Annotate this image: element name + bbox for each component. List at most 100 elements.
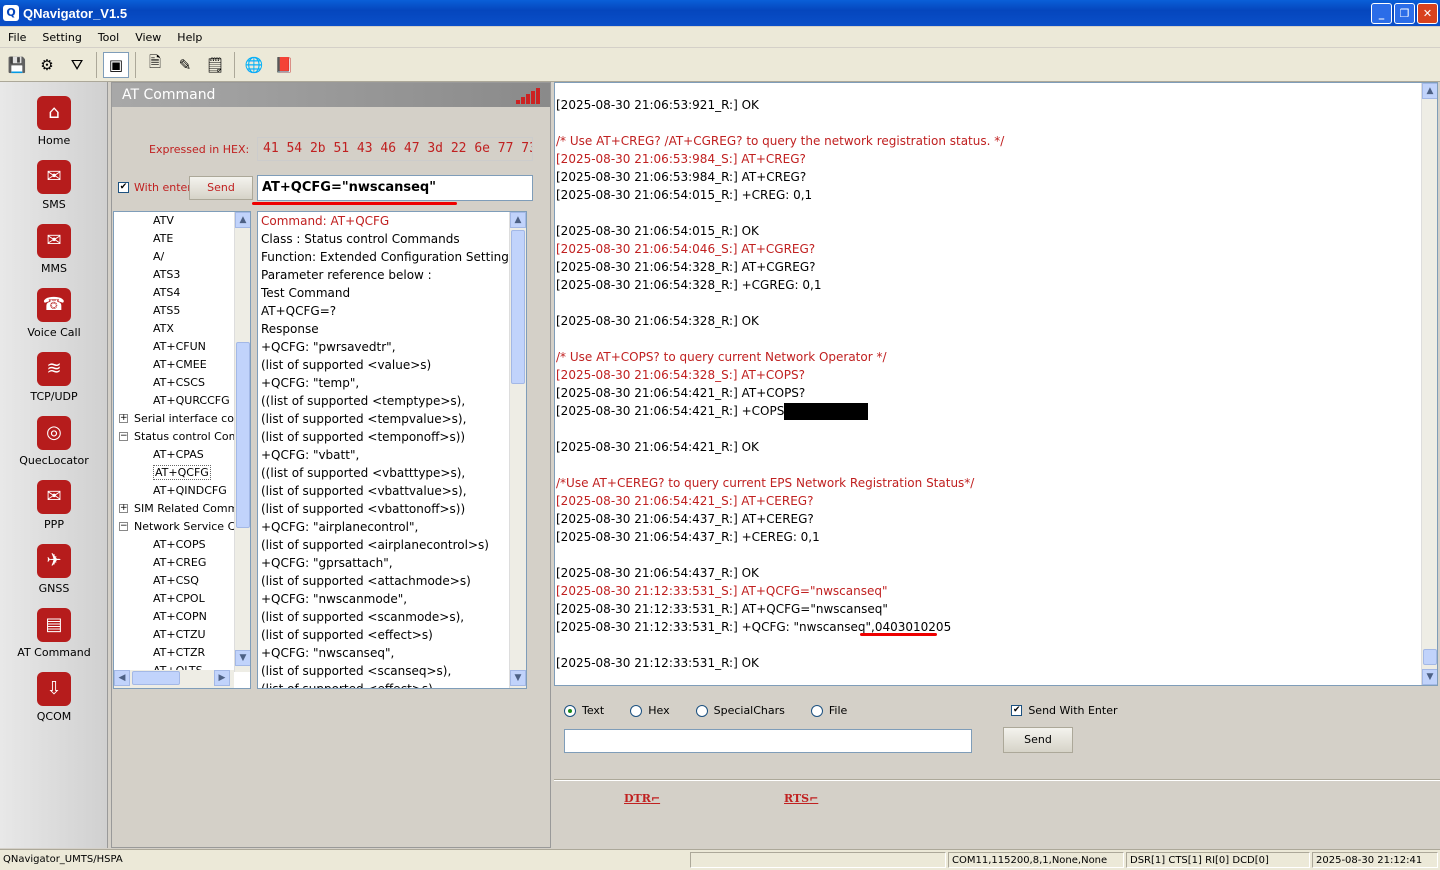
tree-item[interactable]: − Status control Comm (119, 428, 250, 446)
expand-icon[interactable]: + (119, 504, 128, 513)
nav-queclocator[interactable]: ◎ QuecLocator (0, 416, 108, 467)
tree-item[interactable]: AT+COPS (153, 536, 206, 554)
tree-vertical-scrollbar[interactable]: ▲ ▼ (234, 212, 250, 672)
command-input[interactable]: AT+QCFG="nwscanseq" (257, 175, 533, 201)
menu-view[interactable]: View (127, 31, 169, 44)
tree-item[interactable]: ATX (153, 320, 174, 338)
scroll-thumb[interactable] (132, 671, 180, 685)
tree-item[interactable]: A/ (153, 248, 164, 266)
clear-icon[interactable]: ✎ (172, 52, 198, 78)
send-input[interactable] (564, 729, 972, 753)
tree-item[interactable]: AT+CSQ (153, 572, 199, 590)
dtr-toggle[interactable]: DTR⌐ (624, 792, 660, 805)
book-icon[interactable]: 📕 (271, 52, 297, 78)
tree-item[interactable]: AT+CTZU (153, 626, 206, 644)
nav-gnss[interactable]: ✈ GNSS (0, 544, 108, 595)
nav-label: PPP (44, 518, 64, 531)
log-scrollbar[interactable]: ▲ ▼ (1421, 83, 1437, 685)
tree-item[interactable]: AT+CFUN (153, 338, 206, 356)
menu-setting[interactable]: Setting (34, 31, 89, 44)
minimize-button[interactable]: _ (1371, 3, 1392, 24)
log-save-icon[interactable]: 🗎 (142, 52, 168, 78)
tree-item[interactable]: AT+QINDCFG (153, 482, 227, 500)
chat-icon: ✉ (37, 480, 71, 514)
maximize-button[interactable]: ❐ (1394, 3, 1415, 24)
send-command-button[interactable]: Send (189, 176, 253, 200)
description-scrollbar[interactable]: ▲ ▼ (509, 212, 526, 688)
log-line: [2025-08-30 21:06:54:421_R:] +COPS (556, 402, 869, 420)
rts-toggle[interactable]: RTS⌐ (784, 792, 818, 805)
collapse-icon[interactable]: − (119, 522, 128, 531)
send-button[interactable]: Send (1003, 727, 1073, 753)
tree-item[interactable]: ATS5 (153, 302, 180, 320)
toolbar: 💾 ⚙ ⛛ ▣ 🗎 ✎ 🗒 🌐 📕 (0, 48, 1440, 82)
nav-mms[interactable]: ✉ MMS (0, 224, 108, 275)
scroll-up-icon[interactable]: ▲ (510, 212, 526, 228)
description-line: Command: AT+QCFG (261, 214, 390, 228)
tree-item[interactable]: ATE (153, 230, 173, 248)
scroll-right-icon[interactable]: ▶ (214, 670, 230, 686)
scroll-down-icon[interactable]: ▼ (235, 650, 250, 666)
hex-label: Expressed in HEX: (149, 143, 250, 156)
tree-item[interactable]: AT+CPAS (153, 446, 204, 464)
collapse-icon[interactable]: − (119, 432, 128, 441)
nav-voice-call[interactable]: ☎ Voice Call (0, 288, 108, 339)
radio-specialchars[interactable] (695, 704, 708, 717)
tree-item[interactable]: − Network Service Co (119, 518, 242, 536)
tree-item[interactable]: AT+CTZR (153, 644, 205, 662)
tree-item[interactable]: AT+QCFG (153, 464, 211, 482)
tree-item[interactable]: AT+QURCCFG (153, 392, 230, 410)
log-line: [2025-08-30 21:06:54:437_R:] AT+CEREG? (556, 510, 814, 528)
radio-file[interactable] (810, 704, 823, 717)
send-with-enter-checkbox[interactable]: ✔ (1011, 705, 1023, 716)
nav-ppp[interactable]: ✉ PPP (0, 480, 108, 531)
settings-icon[interactable]: ⚙ (34, 52, 60, 78)
log-line-text: [2025-08-30 21:06:54:437_R:] AT+CEREG? (556, 512, 814, 526)
tree-item[interactable]: AT+CPOL (153, 590, 205, 608)
menu-tool[interactable]: Tool (90, 31, 127, 44)
tree-item[interactable]: ATS3 (153, 266, 180, 284)
tree-item[interactable]: + SIM Related Comma (119, 500, 245, 518)
menu-help[interactable]: Help (169, 31, 210, 44)
tree-item[interactable]: AT+CMEE (153, 356, 207, 374)
title-bar: Q QNavigator_V1.5 _ ❐ ✕ (0, 0, 1440, 26)
with-enter-checkbox[interactable]: ✔ (118, 182, 129, 193)
log-line-text: [2025-08-30 21:06:54:328_R:] +CGREG: 0,1 (556, 278, 822, 292)
nav-qcom[interactable]: ⇩ QCOM (0, 672, 108, 723)
close-button[interactable]: ✕ (1417, 3, 1438, 24)
tree-item[interactable]: AT+COPN (153, 608, 207, 626)
nav-at-command[interactable]: ▤ AT Command (0, 608, 108, 659)
save-icon[interactable]: 💾 (4, 52, 30, 78)
scroll-down-icon[interactable]: ▼ (510, 670, 526, 686)
scroll-thumb[interactable] (511, 230, 525, 384)
tree-item[interactable]: AT+CREG (153, 554, 206, 572)
script-icon[interactable]: 🗒 (202, 52, 228, 78)
tree-item[interactable]: + Serial interface contr (119, 410, 250, 428)
description-line: +QCFG: "nwscanmode", (261, 592, 408, 606)
tree-item[interactable]: ATV (153, 212, 174, 230)
log-line-text: [2025-08-30 21:06:54:437_R:] +CEREG: 0,1 (556, 530, 820, 544)
connect-icon[interactable]: ▣ (103, 51, 129, 78)
nav-home[interactable]: ⌂ Home (0, 96, 108, 147)
globe-icon[interactable]: 🌐 (241, 52, 267, 78)
tree-item[interactable]: AT+CSCS (153, 374, 205, 392)
scroll-left-icon[interactable]: ◀ (114, 670, 130, 686)
radio-hex[interactable] (630, 704, 643, 717)
scroll-thumb[interactable] (1423, 649, 1437, 665)
log-line-text: [2025-08-30 21:06:54:328_S:] AT+COPS? (556, 368, 805, 382)
filter-icon[interactable]: ⛛ (64, 52, 90, 78)
radio-text[interactable] (564, 704, 576, 717)
expand-icon[interactable]: + (119, 414, 128, 423)
menu-file[interactable]: File (0, 31, 34, 44)
scroll-thumb[interactable] (236, 342, 250, 528)
nav-sms[interactable]: ✉ SMS (0, 160, 108, 211)
description-line: +QCFG: "temp", (261, 376, 360, 390)
tree-item[interactable]: ATS4 (153, 284, 180, 302)
nav-tcp-udp[interactable]: ≋ TCP/UDP (0, 352, 108, 403)
tree-horizontal-scrollbar[interactable]: ◀ ▶ (114, 670, 234, 688)
with-enter-label: With enter (134, 181, 192, 194)
toolbar-divider (96, 51, 97, 78)
scroll-up-icon[interactable]: ▲ (1422, 83, 1437, 99)
scroll-up-icon[interactable]: ▲ (235, 212, 250, 228)
scroll-down-icon[interactable]: ▼ (1422, 669, 1437, 685)
